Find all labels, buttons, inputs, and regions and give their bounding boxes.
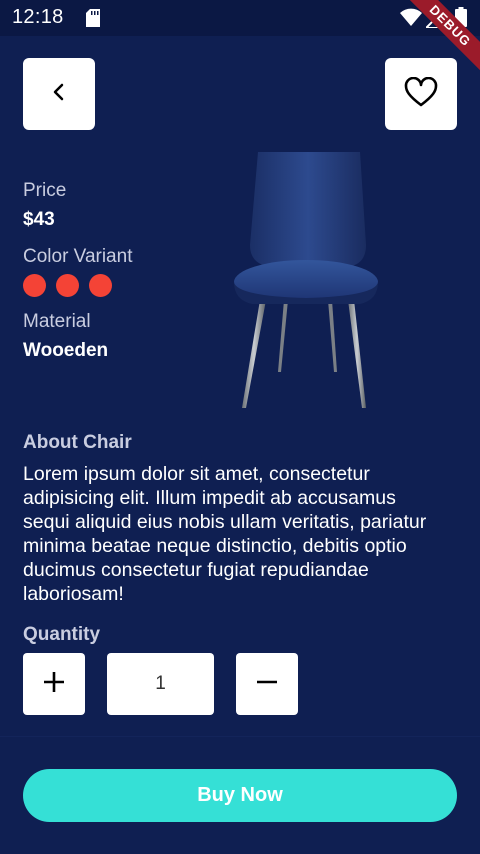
about-title: About Chair [23,432,132,453]
about-description: Lorem ipsum dolor sit amet, consectetur … [23,463,427,605]
color-swatches [23,274,112,297]
color-swatch[interactable] [56,274,79,297]
quantity-value[interactable]: 1 [107,653,214,715]
heart-outline-icon [404,76,438,112]
favorite-button[interactable] [385,58,457,130]
plus-icon [42,670,66,699]
minus-icon [255,670,279,699]
color-swatch[interactable] [89,274,112,297]
material-label: Material [23,311,91,332]
buy-now-button[interactable]: Buy Now [23,769,457,822]
back-button[interactable] [23,58,95,130]
material-value: Wooeden [23,340,109,361]
status-bar: 12:18 [0,0,480,36]
wifi-icon [400,8,422,31]
quantity-increase-button[interactable] [23,653,85,715]
status-time: 12:18 [12,6,64,28]
chevron-left-icon [49,82,69,107]
sd-card-icon [86,9,100,32]
quantity-decrease-button[interactable] [236,653,298,715]
color-variant-label: Color Variant [23,246,133,267]
price-label: Price [23,180,67,201]
price-value: $43 [23,209,55,230]
quantity-title: Quantity [23,624,101,645]
color-swatch[interactable] [23,274,46,297]
chair-image [226,150,386,420]
